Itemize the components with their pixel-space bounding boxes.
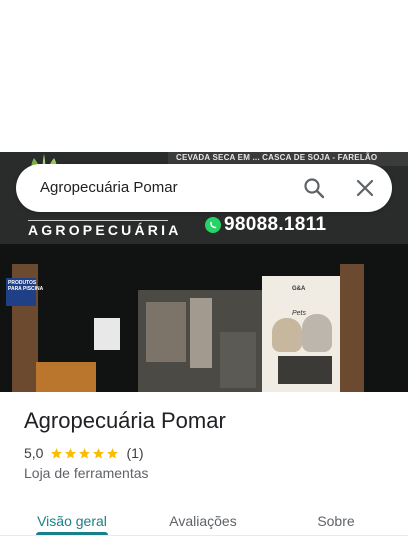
star-icon <box>65 447 77 458</box>
place-tabs: Visão geral Avaliações Sobre <box>0 498 408 544</box>
banner-pets-label: Pets <box>292 310 307 317</box>
banner-dog-image <box>272 318 302 352</box>
search-icon[interactable] <box>302 176 326 200</box>
review-count[interactable]: (1) <box>126 445 143 461</box>
banner-cat-image <box>302 314 332 352</box>
brand-subtitle: AGROPECUÁRIA <box>28 222 182 238</box>
door-notice <box>94 318 120 350</box>
wooden-pillar-right <box>340 264 364 392</box>
star-icon <box>51 447 63 458</box>
brand-divider <box>28 220 168 221</box>
close-icon[interactable] <box>353 176 377 200</box>
map-area <box>0 0 408 152</box>
orange-bin <box>36 362 96 392</box>
rating-row[interactable]: 5,0 (1) <box>24 444 144 462</box>
place-category[interactable]: Loja de ferramentas <box>24 465 149 481</box>
tabs-divider <box>0 535 408 536</box>
pool-products-text: PRODUTOS PARA PISCINA <box>8 280 44 292</box>
tab-about[interactable]: Sobre <box>296 498 376 544</box>
banner-product-bags <box>278 356 332 384</box>
star-icon <box>107 447 119 458</box>
tab-reviews[interactable]: Avaliações <box>148 498 258 544</box>
star-rating <box>50 447 120 460</box>
tab-overview[interactable]: Visão geral <box>24 498 120 544</box>
search-input[interactable]: Agropecuária Pomar <box>40 179 178 196</box>
place-title: Agropecuária Pomar <box>24 408 226 433</box>
shelf <box>146 302 186 362</box>
star-icon <box>93 447 105 458</box>
whatsapp-icon <box>205 217 221 233</box>
banner-logo: G&A <box>292 286 306 292</box>
phone-number: 98088.1811 <box>224 214 327 235</box>
shelf <box>220 332 256 388</box>
rating-value: 5,0 <box>24 445 44 461</box>
star-icon <box>79 447 91 458</box>
search-box[interactable]: Agropecuária Pomar <box>16 164 392 212</box>
sign-phone: 98088.1811 <box>205 214 326 236</box>
shelf <box>190 298 212 368</box>
sign-top-text: CEVADA SECA EM ... CASCA DE SOJA - FAREL… <box>176 153 378 162</box>
